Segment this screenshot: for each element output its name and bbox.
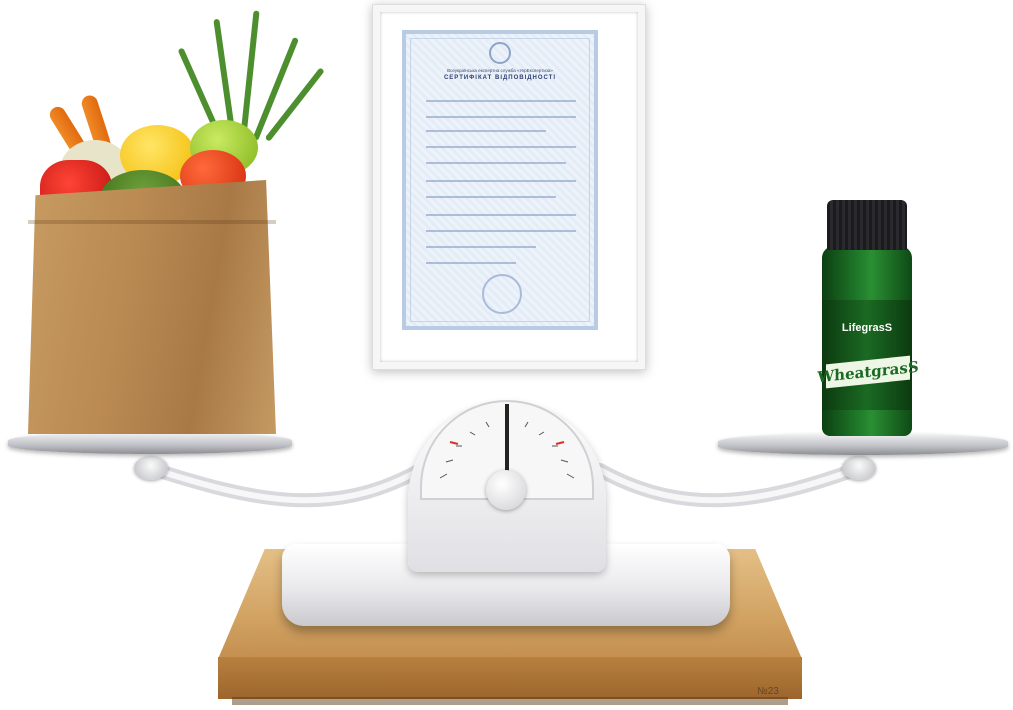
bottle-brand: LifegrasS bbox=[841, 322, 893, 334]
bottle-label bbox=[822, 300, 912, 410]
left-scale-pan bbox=[8, 432, 292, 454]
bottle-cap bbox=[827, 200, 907, 250]
right-pan-knob bbox=[842, 456, 876, 480]
right-scale-pan bbox=[718, 433, 1008, 455]
paper-bag-fold bbox=[28, 220, 276, 224]
scale-hub bbox=[486, 470, 526, 510]
scale-scene: Всеукраїнська експертна служба «УкрЕкспе… bbox=[0, 0, 1013, 710]
paper-bag-icon bbox=[28, 180, 276, 434]
left-pan-knob bbox=[134, 456, 168, 480]
scale-needle bbox=[505, 404, 509, 474]
